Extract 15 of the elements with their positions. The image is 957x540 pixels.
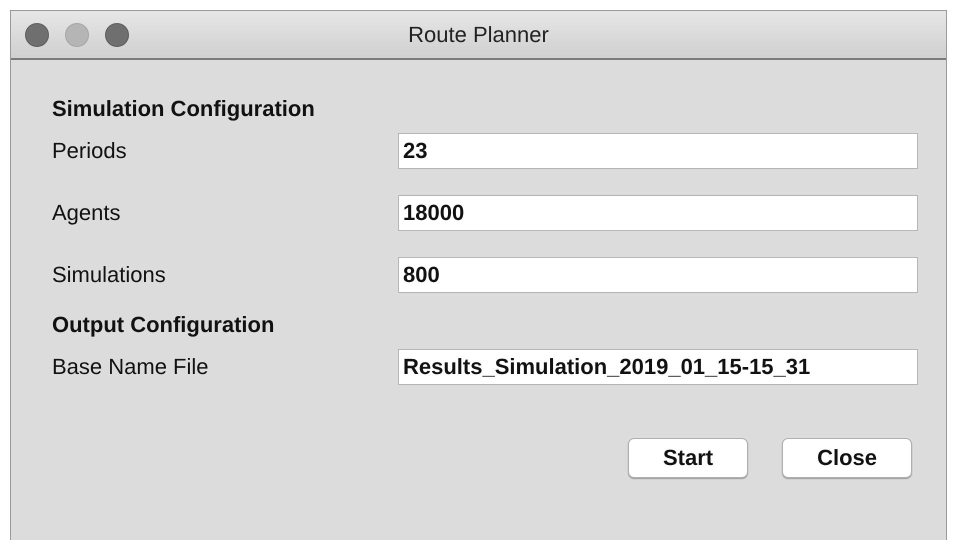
- input-field[interactable]: 23: [398, 133, 918, 169]
- field-label: Base Name File: [52, 354, 209, 379]
- field-label: Simulations: [52, 262, 166, 287]
- dialog-button[interactable]: Close: [782, 438, 912, 478]
- input-field[interactable]: 800: [398, 257, 918, 293]
- dialog-button[interactable]: Start: [628, 438, 748, 478]
- section-heading: Output Configuration: [52, 312, 274, 337]
- field-label: Agents: [52, 200, 120, 225]
- section-heading: Simulation Configuration: [52, 96, 315, 121]
- input-field[interactable]: Results_Simulation_2019_01_15-15_31: [398, 349, 918, 385]
- input-field[interactable]: 18000: [398, 195, 918, 231]
- zoom-icon[interactable]: [105, 22, 129, 46]
- close-icon[interactable]: [25, 22, 49, 46]
- field-label: Periods: [52, 138, 127, 163]
- window-title: Route Planner: [408, 22, 549, 46]
